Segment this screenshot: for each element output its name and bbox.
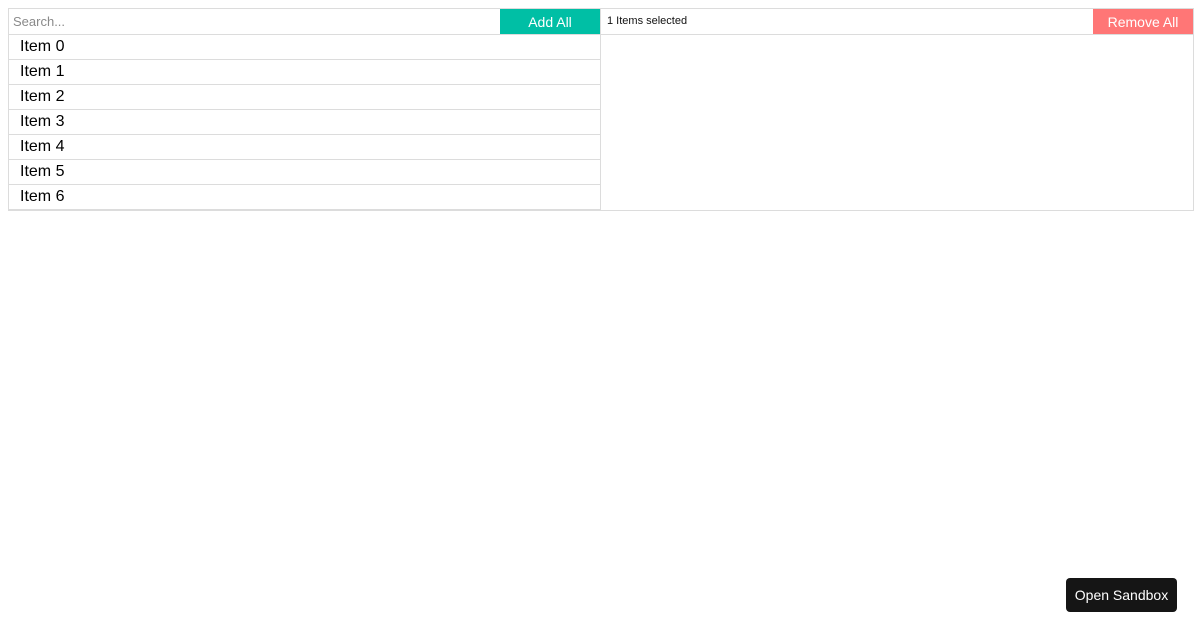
- list-item[interactable]: Item 2: [9, 85, 600, 110]
- open-sandbox-button[interactable]: Open Sandbox: [1066, 578, 1177, 612]
- list-item[interactable]: Item 6: [9, 185, 600, 210]
- selected-items-header: 1 Items selected Remove All: [601, 9, 1193, 35]
- available-items-pane: Add All Item 0 Item 1 Item 2 Item 3 Item…: [9, 9, 601, 210]
- list-item[interactable]: Item 0: [9, 35, 600, 60]
- multi-select-widget: Add All Item 0 Item 1 Item 2 Item 3 Item…: [8, 8, 1194, 211]
- list-item[interactable]: Item 5: [9, 160, 600, 185]
- available-items-header: Add All: [9, 9, 600, 35]
- list-item[interactable]: Item 4: [9, 135, 600, 160]
- add-all-button[interactable]: Add All: [500, 9, 600, 34]
- selected-items-pane: 1 Items selected Remove All: [601, 9, 1193, 210]
- selected-count-label: 1 Items selected: [607, 15, 688, 27]
- list-item[interactable]: Item 3: [9, 110, 600, 135]
- search-input[interactable]: [9, 9, 500, 34]
- list-item[interactable]: Item 1: [9, 60, 600, 85]
- available-items-list: Item 0 Item 1 Item 2 Item 3 Item 4 Item …: [9, 35, 600, 210]
- remove-all-button[interactable]: Remove All: [1093, 9, 1193, 34]
